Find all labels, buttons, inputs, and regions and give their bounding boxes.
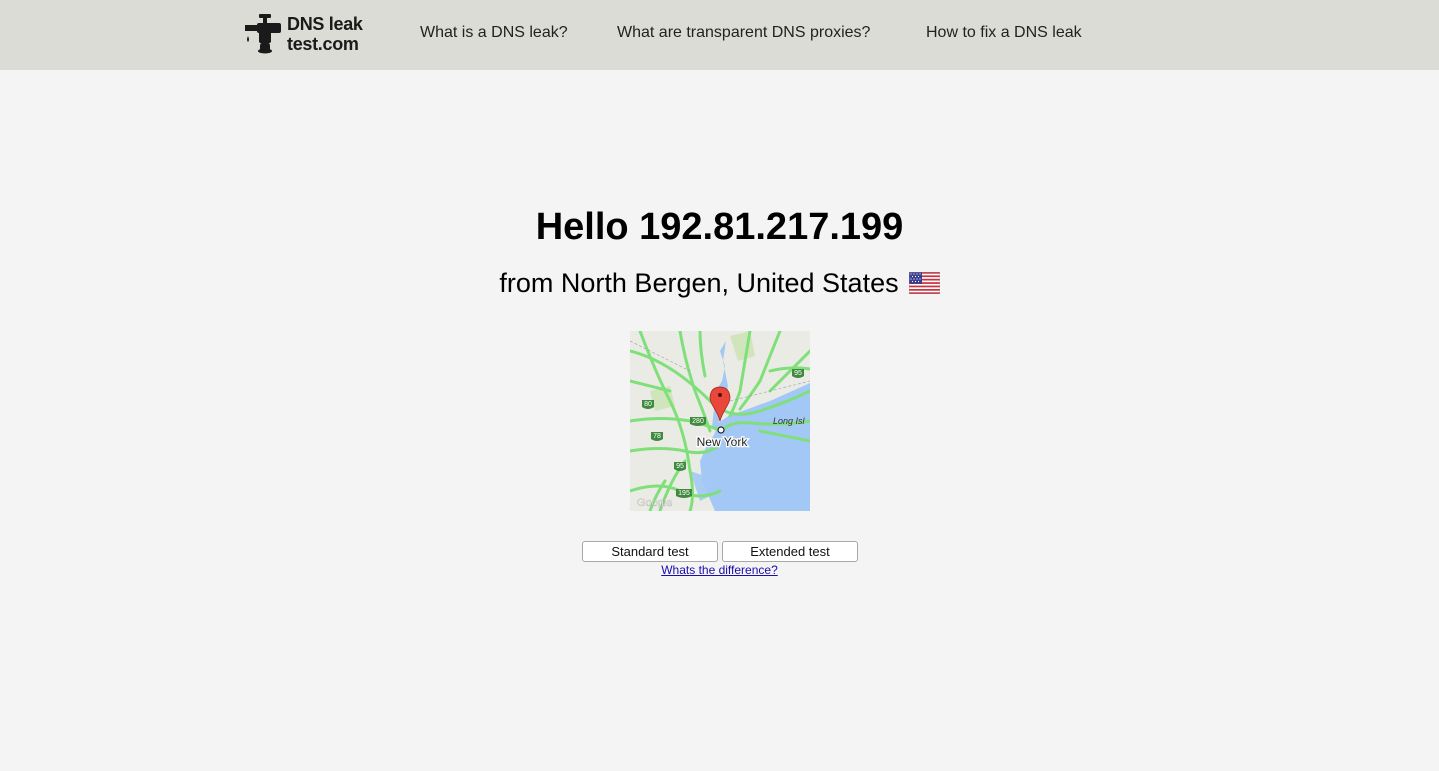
map-city-label: New York xyxy=(697,435,749,449)
logo-line-1: DNS leak xyxy=(287,14,363,34)
map-region-label: Long Isl xyxy=(773,416,806,426)
location-map[interactable]: 95 80 280 78 95 195 New York Long Isl Go… xyxy=(630,331,810,511)
standard-test-button[interactable]: Standard test xyxy=(582,541,718,562)
location-text: from North Bergen, United States xyxy=(499,268,899,298)
faucet-icon xyxy=(245,14,281,54)
highway-80-label: 80 xyxy=(644,401,652,408)
nav-link-fix-dns-leak[interactable]: How to fix a DNS leak xyxy=(926,24,1082,42)
highway-95-label: 95 xyxy=(794,370,802,377)
top-navigation-bar: DNS leak test.com What is a DNS leak? Wh… xyxy=(0,0,1439,70)
nav-link-transparent-dns-proxies[interactable]: What are transparent DNS proxies? xyxy=(617,24,870,42)
greeting-heading: Hello 192.81.217.199 xyxy=(535,206,904,248)
map-attribution: Google xyxy=(637,497,672,509)
highway-78-label: 78 xyxy=(653,433,661,440)
highway-195-label: 195 xyxy=(678,490,690,497)
highway-95-south-label: 95 xyxy=(676,463,684,470)
extended-test-button[interactable]: Extended test xyxy=(722,541,858,562)
whats-the-difference-link[interactable]: Whats the difference? xyxy=(661,563,778,577)
highway-280-label: 280 xyxy=(692,418,704,425)
nav-link-what-is-dns-leak[interactable]: What is a DNS leak? xyxy=(420,24,568,42)
logo-line-2: test.com xyxy=(287,34,359,54)
difference-link-row: Whats the difference? xyxy=(0,563,1439,577)
city-dot-icon xyxy=(717,426,725,434)
location-line: from North Bergen, United States xyxy=(0,268,1439,299)
logo-text: DNS leak test.com xyxy=(287,14,363,54)
site-logo[interactable]: DNS leak test.com xyxy=(245,14,380,56)
us-flag-icon xyxy=(908,271,940,294)
